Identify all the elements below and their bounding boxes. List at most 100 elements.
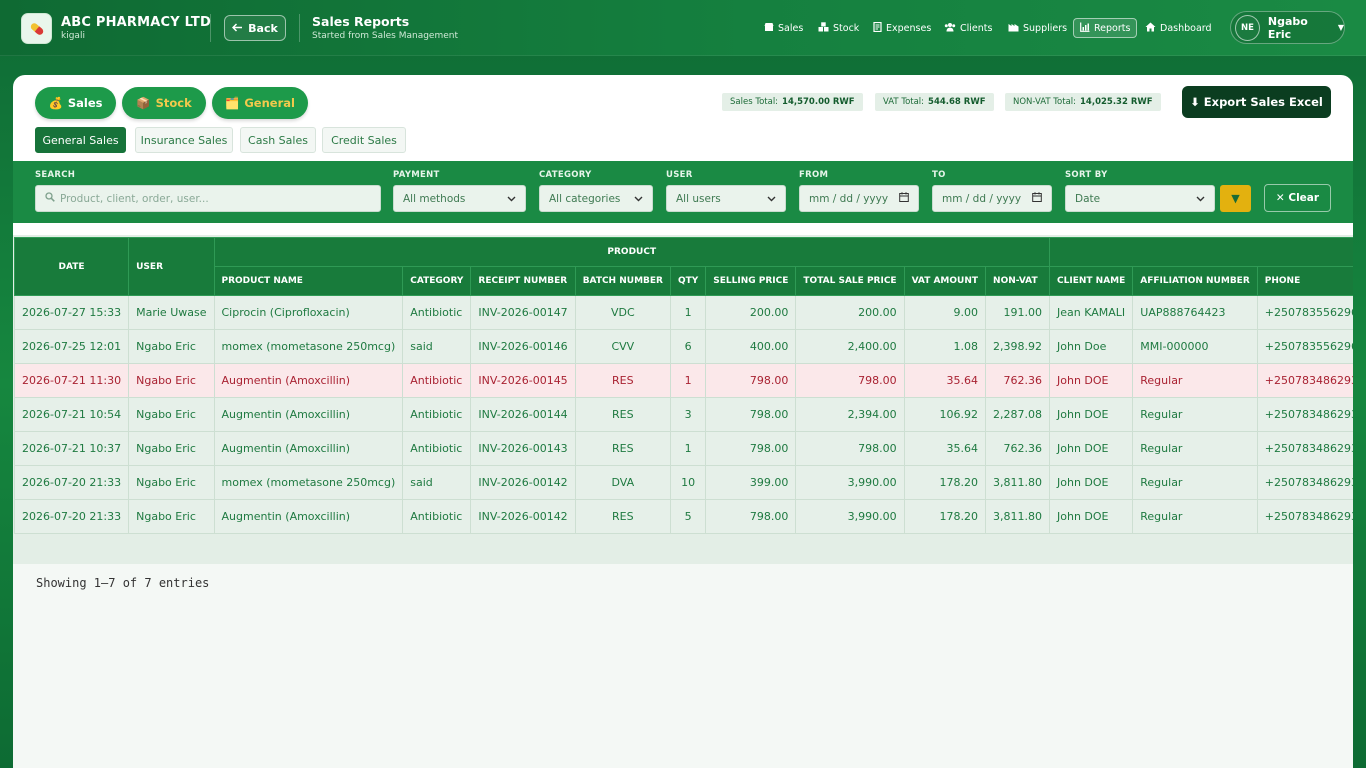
column-header-vat-amount[interactable]: VAT AMOUNT — [903, 266, 987, 296]
column-header-selling-price[interactable]: SELLING PRICE — [705, 266, 797, 296]
sales-table-container[interactable]: DATE USER PRODUCT PRODUCT NAME CATEGORY … — [13, 235, 1353, 564]
column-header-user[interactable]: USER — [128, 237, 215, 296]
nav-reports[interactable]: Reports — [1073, 18, 1138, 38]
cell-affiliation-number: Regular — [1132, 431, 1258, 466]
sort-direction-button[interactable]: ▼ — [1220, 185, 1251, 212]
nav-suppliers[interactable]: Suppliers — [1008, 18, 1067, 38]
user-select[interactable]: All users — [666, 185, 786, 212]
cell-date: 2026-07-20 21:33 — [13, 465, 130, 500]
nav-expenses[interactable]: Expenses — [873, 18, 931, 38]
search-input[interactable]: Product, client, order, user... — [35, 185, 381, 212]
from-date-input[interactable]: mm / dd / yyyy — [799, 185, 919, 212]
column-header-phone[interactable]: PHONE — [1256, 266, 1353, 296]
cell-user: Marie Uwase — [128, 295, 215, 330]
cell-total-sale-price: 798.00 — [795, 363, 905, 398]
table-row[interactable]: 2026-07-21 10:54 Ngabo Eric Augmentin (Amo… — [13, 397, 1353, 432]
category-select[interactable]: All categories — [539, 185, 653, 212]
sort-by-select[interactable]: Date — [1065, 185, 1215, 212]
cell-date: 2026-07-21 10:37 — [13, 431, 130, 466]
cell-non-vat: 762.36 — [985, 431, 1051, 466]
cell-non-vat: 2,287.08 — [985, 397, 1051, 432]
nav-label: Sales — [778, 22, 804, 34]
nav-stock[interactable]: Stock — [818, 18, 859, 38]
cell-non-vat: 191.00 — [985, 295, 1051, 330]
nav-label: Suppliers — [1023, 22, 1068, 34]
brand-name: ABC PHARMACY LTD — [61, 15, 211, 30]
cell-total-sale-price: 2,394.00 — [795, 397, 905, 432]
cell-product-name: Augmentin (Amoxcillin) — [213, 363, 404, 398]
cell-phone: +250783486293 — [1256, 465, 1353, 500]
table-row[interactable]: 2026-07-21 11:30 Ngabo Eric Augmentin (Amo… — [13, 363, 1353, 398]
sales-table: DATE USER PRODUCT PRODUCT NAME CATEGORY … — [13, 237, 1353, 534]
calendar-icon — [1032, 192, 1042, 205]
cell-vat-amount: 106.92 — [903, 397, 987, 432]
cell-date: 2026-07-21 11:30 — [13, 363, 130, 398]
cell-client-name: John DOE — [1049, 465, 1134, 500]
cell-qty: 10 — [669, 465, 707, 500]
subtab-credit-sales[interactable]: Credit Sales — [322, 127, 406, 153]
cell-total-sale-price: 200.00 — [795, 295, 905, 330]
column-header-affiliation-number[interactable]: AFFILIATION NUMBER — [1132, 266, 1258, 296]
cell-vat-amount: 178.20 — [903, 499, 987, 534]
cell-qty: 1 — [669, 295, 707, 330]
back-button[interactable]: Back — [224, 15, 286, 41]
search-icon — [45, 192, 55, 205]
column-header-date[interactable]: DATE — [13, 237, 130, 296]
nav-dashboard[interactable]: Dashboard — [1145, 18, 1212, 38]
column-header-batch-number[interactable]: BATCH NUMBER — [574, 266, 671, 296]
calendar-icon — [899, 192, 909, 205]
cell-user: Ngabo Eric — [128, 397, 215, 432]
clear-filters-button[interactable]: ✕ Clear — [1264, 184, 1331, 212]
cell-product-name: momex (mometasone 250mcg) — [213, 329, 404, 364]
column-header-category[interactable]: CATEGORY — [402, 266, 472, 296]
cell-affiliation-number: Regular — [1132, 465, 1258, 500]
cell-client-name: John DOE — [1049, 397, 1134, 432]
tab-stock[interactable]: 📦 Stock — [122, 87, 206, 119]
select-value: All methods — [403, 192, 466, 205]
column-header-non-vat[interactable]: NON-VAT — [985, 266, 1051, 296]
subtab-insurance-sales[interactable]: Insurance Sales — [135, 127, 233, 153]
cell-category: Antibiotic — [402, 397, 472, 432]
column-header-total-sale-price[interactable]: TOTAL SALE PRICE — [795, 266, 905, 296]
cell-vat-amount: 35.64 — [903, 431, 987, 466]
export-sales-excel-button[interactable]: ⬇ Export Sales Excel — [1182, 86, 1331, 118]
to-date-input[interactable]: mm / dd / yyyy — [932, 185, 1052, 212]
cell-receipt-number: INV-2026-00146 — [470, 329, 576, 364]
stat-value: 14,570.00 RWF — [782, 97, 855, 107]
brand-location: kigali — [61, 31, 85, 41]
table-row[interactable]: 2026-07-20 21:33 Ngabo Eric Augmentin (Amo… — [13, 499, 1353, 534]
stat-label: NON-VAT Total: — [1013, 97, 1077, 107]
nav-clients[interactable]: Clients — [944, 18, 992, 38]
cell-phone: +250783486293 — [1256, 397, 1353, 432]
subtab-cash-sales[interactable]: Cash Sales — [240, 127, 316, 153]
cell-date: 2026-07-27 15:33 — [13, 295, 130, 330]
tab-sales[interactable]: 💰 Sales — [35, 87, 116, 119]
cell-phone: +250783486293 — [1256, 363, 1353, 398]
table-row[interactable]: 2026-07-21 10:37 Ngabo Eric Augmentin (Amo… — [13, 431, 1353, 466]
subtab-general-sales[interactable]: General Sales — [35, 127, 126, 153]
table-row[interactable]: 2026-07-20 21:33 Ngabo Eric momex (mometas… — [13, 465, 1353, 500]
column-header-product-name[interactable]: PRODUCT NAME — [213, 266, 404, 296]
user-menu[interactable]: NE Ngabo Eric ▼ — [1230, 11, 1345, 44]
cell-user: Ngabo Eric — [128, 329, 215, 364]
payment-select[interactable]: All methods — [393, 185, 526, 212]
column-group-product: PRODUCT — [213, 237, 1051, 267]
top-bar: ABC PHARMACY LTD kigali Back Sales Repor… — [0, 0, 1366, 56]
nav-label: Dashboard — [1160, 22, 1212, 34]
column-header-qty[interactable]: QTY — [669, 266, 707, 296]
cell-batch-number: RES — [574, 397, 671, 432]
cell-product-name: Ciprocin (Ciprofloxacin) — [213, 295, 404, 330]
cell-qty: 1 — [669, 431, 707, 466]
table-row[interactable]: 2026-07-27 15:33 Marie Uwase Ciprocin (Cip… — [13, 295, 1353, 330]
nav-label: Stock — [833, 22, 860, 34]
nav-sales[interactable]: Sales — [764, 18, 803, 38]
cell-category: said — [402, 329, 472, 364]
tab-general[interactable]: 🗂️ General — [212, 87, 308, 119]
table-row[interactable]: 2026-07-25 12:01 Ngabo Eric momex (mometas… — [13, 329, 1353, 364]
cell-batch-number: CVV — [574, 329, 671, 364]
column-header-receipt-number[interactable]: RECEIPT NUMBER — [470, 266, 576, 296]
column-header-client-name[interactable]: CLIENT NAME — [1049, 266, 1134, 296]
cell-non-vat: 762.36 — [985, 363, 1051, 398]
filter-label: SORT BY — [1065, 170, 1108, 180]
chevron-down-icon — [634, 193, 643, 205]
